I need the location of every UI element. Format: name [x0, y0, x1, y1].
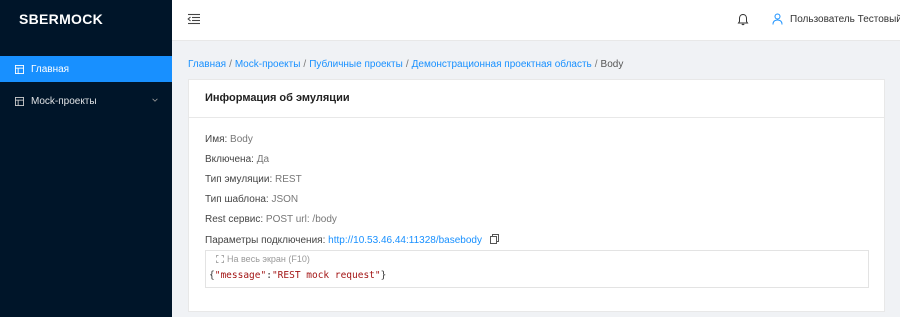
json-editor[interactable]: На весь экран (F10) {"message":"REST moc… — [205, 250, 869, 288]
field-label: Тип шаблона: — [205, 194, 269, 205]
field-emulation-type: Тип эмуляции: REST — [205, 174, 302, 185]
field-name: Имя: Body — [205, 134, 253, 145]
table-icon — [15, 96, 24, 106]
code-brace: } — [380, 270, 387, 281]
breadcrumb-public-projects[interactable]: Публичные проекты — [309, 59, 403, 70]
field-template-type: Тип шаблона: JSON — [205, 194, 298, 205]
sidebar-item-home[interactable]: Главная — [0, 56, 172, 82]
user-icon[interactable] — [772, 13, 783, 25]
emulation-info-card: Информация об эмуляции Имя: Body Включен… — [188, 79, 885, 312]
field-value: Body — [230, 134, 253, 145]
connection-url-link[interactable]: http://10.53.46.44:11328/basebody — [328, 235, 482, 246]
code-value: "REST mock request" — [271, 270, 381, 281]
breadcrumb-mock-projects[interactable]: Mock-проекты — [235, 59, 301, 70]
menu-fold-icon[interactable] — [187, 13, 201, 25]
sidebar-item-label: Главная — [31, 63, 70, 75]
card-title: Информация об эмуляции — [189, 80, 884, 118]
field-label: Включена: — [205, 154, 254, 165]
table-icon — [15, 64, 24, 74]
breadcrumb-demo-area[interactable]: Демонстрационная проектная область — [412, 59, 592, 70]
user-name[interactable]: Пользователь Тестовый — [790, 14, 900, 25]
fullscreen-icon — [216, 255, 224, 263]
sidebar: SBERMOCK Главная Mock-проекты — [0, 0, 172, 317]
field-enabled: Включена: Да — [205, 154, 269, 165]
sidebar-item-mock-projects[interactable]: Mock-проекты — [0, 88, 172, 114]
field-label: Тип эмуляции: — [205, 174, 273, 185]
fullscreen-button[interactable]: На весь экран (F10) — [216, 254, 310, 264]
copy-icon[interactable] — [489, 234, 499, 244]
breadcrumb: Главная / Mock-проекты / Публичные проекты / Д… — [188, 59, 624, 70]
field-value: JSON — [271, 194, 299, 205]
top-header: Пользователь Тестовый — [172, 0, 900, 41]
sidebar-item-label: Mock-проекты — [31, 95, 97, 107]
field-label: Rest сервис: — [205, 214, 264, 225]
field-value: Да — [256, 154, 270, 165]
field-value: REST — [275, 174, 302, 185]
json-code: {"message":"REST mock request"} — [209, 270, 386, 281]
fullscreen-label: На весь экран (F10) — [227, 254, 310, 264]
field-label: Параметры подключения: — [205, 235, 326, 246]
bell-icon[interactable] — [737, 13, 749, 26]
field-label: Имя: — [205, 134, 228, 145]
chevron-down-icon — [152, 98, 158, 102]
breadcrumb-current: Body — [600, 59, 624, 70]
field-connection: Параметры подключения: http://10.53.46.4… — [205, 234, 499, 246]
breadcrumb-home[interactable]: Главная — [188, 59, 226, 70]
code-key: "message" — [214, 270, 267, 281]
field-rest-service: Rest сервис: POST url: /body — [205, 214, 337, 225]
field-value: POST url: /body — [265, 214, 337, 225]
app-logo[interactable]: SBERMOCK — [0, 0, 172, 38]
